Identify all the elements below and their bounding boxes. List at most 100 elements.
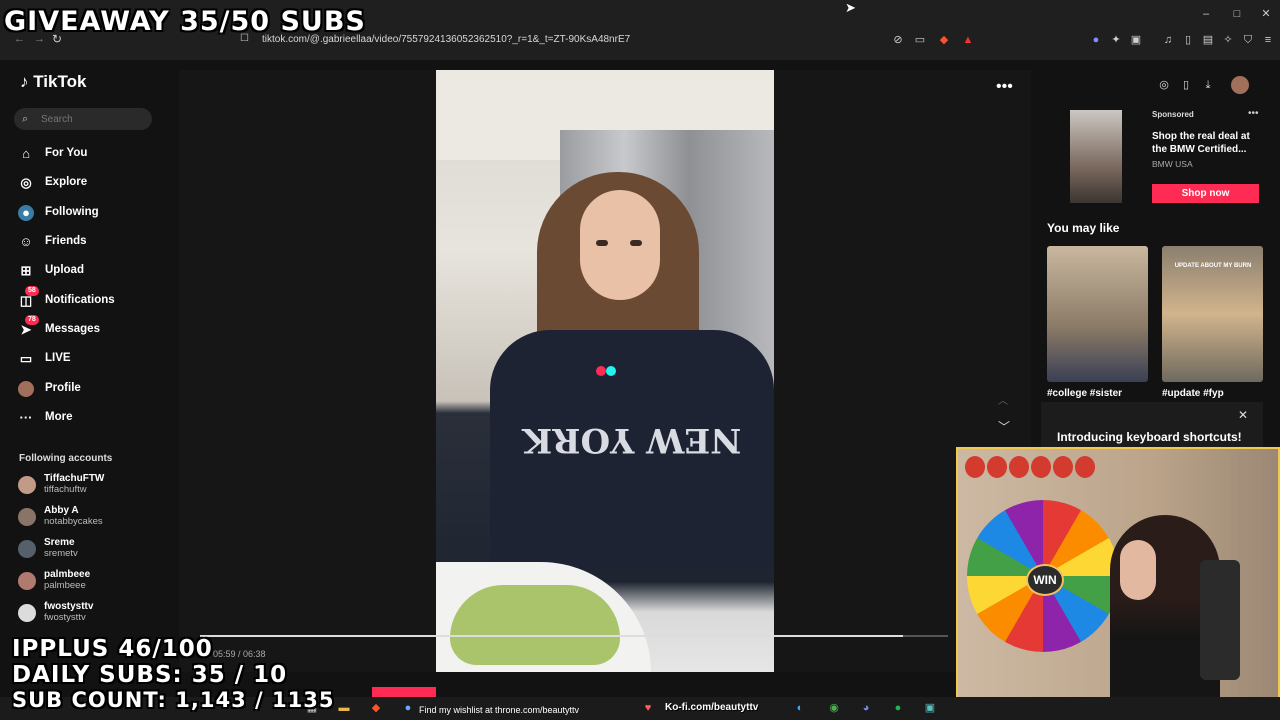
- account-item[interactable]: TiffachuFTW tiffachuftw: [18, 473, 158, 501]
- more-options-icon[interactable]: •••: [996, 78, 1013, 96]
- wheel-center: WIN: [1026, 564, 1064, 596]
- phone-icon[interactable]: ▯: [1177, 76, 1195, 94]
- account-name: fwostysttv: [44, 601, 94, 612]
- ad-more-icon[interactable]: •••: [1248, 108, 1259, 119]
- puzzle-icon[interactable]: ✦: [1108, 32, 1124, 48]
- account-handle: fwostysttv: [44, 612, 86, 623]
- vpn-icon[interactable]: ⛉: [1240, 32, 1256, 48]
- account-handle: tiffachuftw: [44, 484, 87, 495]
- top-right-toolbar: ◎ ▯ ⤓: [1155, 76, 1251, 96]
- shop-now-button[interactable]: Shop now: [1152, 184, 1259, 203]
- nav-notifications[interactable]: ◫ 58 Notifications: [18, 286, 158, 314]
- nav-upload[interactable]: ⊞ Upload: [18, 258, 158, 284]
- avatar: [18, 604, 36, 622]
- search-icon: ⌕: [22, 113, 29, 125]
- search-input[interactable]: [41, 112, 141, 126]
- video-time: 05:59 / 06:38: [213, 649, 266, 659]
- folder-icon[interactable]: ▬: [336, 701, 352, 715]
- recommended-video[interactable]: [1047, 246, 1148, 382]
- download-icon[interactable]: ⤓: [1199, 76, 1217, 94]
- tiktok-dot-icon: [606, 366, 616, 376]
- chevron-down-icon[interactable]: ﹀: [998, 418, 1010, 435]
- nav-live[interactable]: ▭ LIVE: [18, 346, 158, 372]
- account-handle: notabbycakes: [44, 516, 103, 527]
- tracking-icon[interactable]: ⊘: [890, 32, 906, 48]
- kofi-icon[interactable]: ♥: [640, 701, 656, 715]
- video-person-eye: [596, 240, 608, 246]
- maximize-button[interactable]: □: [1227, 6, 1247, 22]
- following-icon: ●: [18, 205, 34, 221]
- you-may-like-heading: You may like: [1047, 221, 1120, 235]
- keyboard-shortcuts-text: Introducing keyboard shortcuts!: [1057, 430, 1242, 444]
- fruit-icon: [1053, 456, 1073, 478]
- minimize-button[interactable]: –: [1196, 6, 1216, 22]
- avatar[interactable]: [1231, 76, 1249, 94]
- sidebar-toggle-icon[interactable]: ▣: [1128, 32, 1144, 48]
- account-item[interactable]: palmbeee palmbeee: [18, 569, 158, 597]
- video-progress-fill: [200, 635, 904, 637]
- avatar: [18, 572, 36, 590]
- tiktok-dot-icon: [596, 366, 606, 376]
- fruit-icon: [1009, 456, 1029, 478]
- avatar: [18, 381, 34, 397]
- messages-badge: 78: [25, 315, 39, 325]
- sponsored-label: Sponsored: [1152, 110, 1194, 119]
- spotify-icon[interactable]: ●: [890, 701, 906, 715]
- following-accounts-header: Following accounts: [19, 453, 113, 464]
- brave-shield-icon[interactable]: ◆: [936, 32, 952, 48]
- nav-friends[interactable]: ☺ Friends: [18, 229, 158, 255]
- nav-following[interactable]: ● Following: [18, 200, 158, 226]
- ad-title[interactable]: Shop the real deal at the BMW Certified.…: [1152, 130, 1262, 156]
- fruit-icon: [965, 456, 985, 478]
- fruit-icon: [987, 456, 1007, 478]
- nav-label: Following: [45, 206, 99, 218]
- panel-icon[interactable]: ▯: [1180, 32, 1196, 48]
- nav-more[interactable]: ··· More: [18, 405, 158, 431]
- upload-icon: ⊞: [20, 263, 32, 278]
- nav-for-you[interactable]: ⌂ For You: [18, 141, 158, 167]
- nav-messages[interactable]: ➤ 78 Messages: [18, 315, 158, 343]
- menu-icon[interactable]: ≡: [1260, 32, 1276, 48]
- leo-icon[interactable]: ✧: [1220, 32, 1236, 48]
- ad-thumbnail[interactable]: [1070, 110, 1122, 203]
- mouse-cursor-icon: ➤: [845, 0, 856, 15]
- compass-icon[interactable]: ◎: [1155, 76, 1173, 94]
- extension-icon[interactable]: ●: [1088, 32, 1104, 48]
- account-item[interactable]: Abby Anotabbycakes: [18, 505, 158, 533]
- close-icon[interactable]: ✕: [1238, 408, 1248, 422]
- rewards-icon[interactable]: ▲: [960, 32, 976, 48]
- live-icon: ▭: [19, 351, 33, 366]
- app-icon[interactable]: ◉: [826, 701, 842, 715]
- rec-caption[interactable]: #college #sister: [1047, 388, 1122, 399]
- account-item[interactable]: Sreme sremetv: [18, 537, 158, 565]
- wallet-icon[interactable]: ▤: [1200, 32, 1216, 48]
- nav-label: Messages: [45, 323, 100, 335]
- browser-icon[interactable]: ◐: [792, 701, 808, 715]
- account-handle: palmbeee: [44, 580, 86, 591]
- app-icon[interactable]: ▣: [922, 701, 938, 715]
- cast-icon[interactable]: ▭: [912, 32, 928, 48]
- close-window-button[interactable]: ✕: [1256, 6, 1276, 22]
- nav-label: Notifications: [45, 294, 115, 306]
- fruit-icon: [1075, 456, 1095, 478]
- account-item[interactable]: fwostysttv fwostysttv: [18, 601, 158, 629]
- nav-explore[interactable]: ◎ Explore: [18, 170, 158, 196]
- nav-profile[interactable]: Profile: [18, 376, 158, 402]
- brave-icon[interactable]: ◆: [368, 701, 384, 715]
- video-person-eye: [630, 240, 642, 246]
- music-icon[interactable]: ♫: [1160, 32, 1176, 48]
- tiktok-logo-icon: ♪: [20, 72, 29, 91]
- tiktok-logo[interactable]: ♪ TikTok: [20, 72, 86, 92]
- nav-label: LIVE: [45, 352, 71, 364]
- throne-icon[interactable]: ●: [400, 701, 416, 715]
- nav-label: For You: [45, 147, 88, 159]
- more-icon: ···: [19, 410, 33, 425]
- video-person-face: [580, 190, 660, 300]
- fruit-icon: [1031, 456, 1051, 478]
- account-handle: sremetv: [44, 548, 78, 559]
- pink-accent-bar: [372, 687, 436, 697]
- chevron-up-icon[interactable]: ︿: [998, 392, 1008, 407]
- rec-caption[interactable]: #update #fyp: [1162, 388, 1224, 399]
- discord-icon[interactable]: ◕: [858, 701, 874, 715]
- video-salad: [450, 585, 620, 665]
